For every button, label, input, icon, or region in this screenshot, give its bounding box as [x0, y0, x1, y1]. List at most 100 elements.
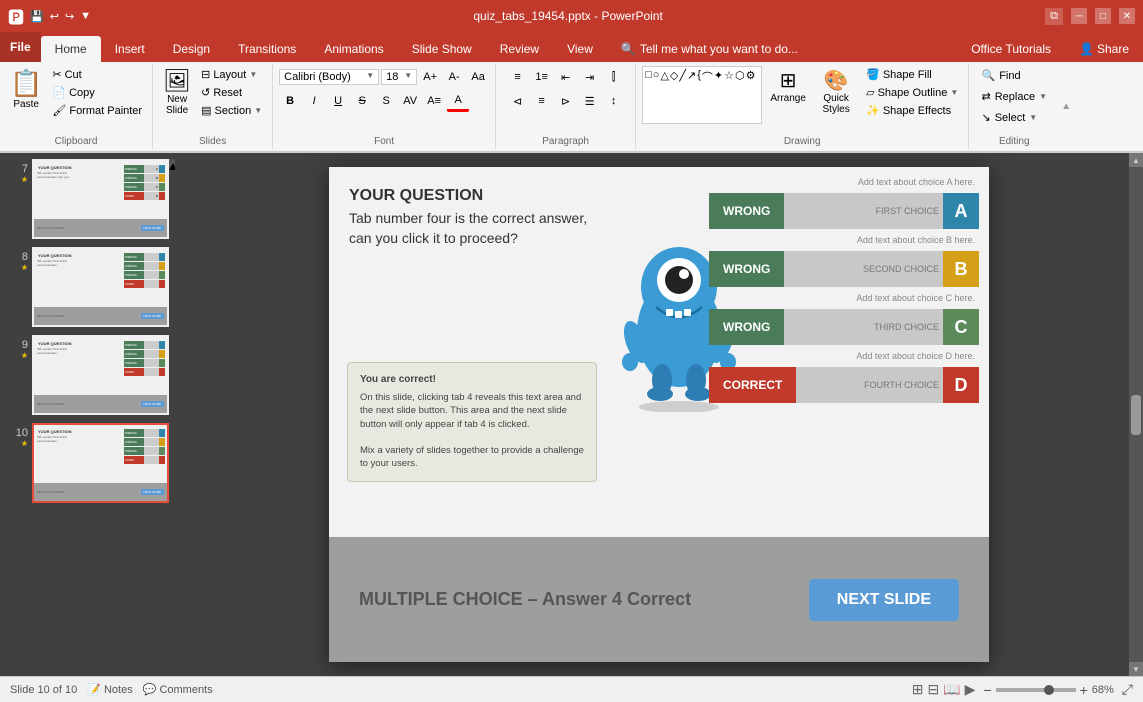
scroll-down-button[interactable]: ▼ [1129, 662, 1143, 676]
line-spacing-button[interactable]: ↕ [603, 90, 625, 112]
cut-button[interactable]: ✂ Cut [48, 66, 146, 83]
ribbon-collapse-button[interactable]: ▲ [1059, 64, 1073, 149]
text-direction-button[interactable]: A≡ [423, 90, 445, 112]
slide-preview-7[interactable]: YOUR QUESTION Tab number four is the cor… [32, 159, 169, 239]
zoom-slider[interactable] [996, 688, 1076, 692]
justify-button[interactable]: ☰ [579, 90, 601, 112]
tab-view[interactable]: View [553, 36, 607, 62]
quick-styles-icon: 🎨 [824, 68, 849, 93]
font-size-selector[interactable]: 18▼ [381, 69, 417, 85]
align-left-button[interactable]: ⊲ [507, 90, 529, 112]
minimize-button[interactable]: ─ [1071, 8, 1087, 24]
status-bar: Slide 10 of 10 📝 Notes 💬 Comments ⊞ ⊟ 📖 … [0, 676, 1143, 702]
tab-review[interactable]: Review [486, 36, 553, 62]
office-tutorials-link[interactable]: Office Tutorials [957, 36, 1065, 62]
align-center-button[interactable]: ≡ [531, 90, 553, 112]
find-icon: 🔍 [981, 69, 995, 82]
zoom-slider-thumb[interactable] [1044, 685, 1054, 695]
new-slide-button[interactable]: 🖼 New Slide [159, 66, 195, 118]
info-box: You are correct! On this slide, clicking… [347, 362, 597, 482]
arrange-button[interactable]: ⊞ Arrange [766, 66, 810, 106]
slide-preview-8[interactable]: YOUR QUESTION Tab number four is the cor… [32, 247, 169, 327]
strikethrough-button[interactable]: S [351, 90, 373, 112]
ribbon-group-clipboard: 📋 Paste ✂ Cut 📄 Copy 🖌 Format Painter Cl… [0, 64, 153, 149]
reset-button[interactable]: ↺ Reset [197, 84, 266, 101]
choice-row-a[interactable]: WRONG FIRST CHOICE A [709, 193, 979, 229]
shape-effects-button[interactable]: ✨ Shape Effects [862, 102, 962, 119]
bullets-button[interactable]: ≡ [507, 66, 529, 88]
maximize-button[interactable]: □ [1095, 8, 1111, 24]
font-decrease-button[interactable]: A- [443, 66, 465, 88]
tab-design[interactable]: Design [159, 36, 224, 62]
layout-button[interactable]: ⊟ Layout ▼ [197, 66, 266, 83]
align-right-button[interactable]: ⊳ [555, 90, 577, 112]
shape-outline-button[interactable]: ▱ Shape Outline ▼ [862, 84, 962, 101]
clear-format-button[interactable]: Aa [467, 66, 489, 88]
undo-icon[interactable]: ↩ [50, 10, 59, 23]
shape-fill-button[interactable]: 🪣 Shape Fill [862, 66, 962, 83]
slide-thumb-7[interactable]: 7 ★ YOUR QUESTION Tab number four is the… [4, 157, 171, 241]
choice-row-b[interactable]: WRONG SECOND CHOICE B [709, 251, 979, 287]
underline-button[interactable]: U [327, 90, 349, 112]
section-button[interactable]: ▤ Section ▼ [197, 102, 266, 119]
redo-icon[interactable]: ↪ [65, 10, 74, 23]
font-increase-button[interactable]: A+ [419, 66, 441, 88]
find-button[interactable]: 🔍 Find [975, 66, 1026, 85]
tab-transitions[interactable]: Transitions [224, 36, 310, 62]
char-spacing-button[interactable]: AV [399, 90, 421, 112]
restore-icon[interactable]: ⧉ [1045, 8, 1063, 25]
increase-indent-button[interactable]: ⇥ [579, 66, 601, 88]
slide-thumb-10[interactable]: 10 ★ YOUR QUESTION Tab number four is th… [4, 421, 171, 505]
next-slide-button[interactable]: NEXT SLIDE [809, 579, 959, 621]
select-button[interactable]: ↘ Select ▼ [975, 108, 1043, 127]
clipboard-label: Clipboard [0, 136, 152, 147]
italic-button[interactable]: I [303, 90, 325, 112]
slide-thumb-9[interactable]: 9 ★ YOUR QUESTION Tab number four is the… [4, 333, 171, 417]
slide-preview-10[interactable]: YOUR QUESTION Tab number four is the cor… [32, 423, 169, 503]
save-icon[interactable]: 💾 [30, 10, 44, 23]
normal-view-button[interactable]: ⊞ [912, 681, 924, 698]
zoom-in-button[interactable]: + [1080, 682, 1088, 698]
choice-b-hint: Add text about choice B here. [709, 235, 979, 245]
fit-slide-button[interactable]: ⤢ [1122, 681, 1133, 698]
choice-row-d[interactable]: CORRECT FOURTH CHOICE D [709, 367, 979, 403]
slideshow-view-button[interactable]: ▶ [965, 681, 976, 698]
slide-top-area: YOUR QUESTION Tab number four is the cor… [329, 167, 989, 537]
tell-me-input[interactable]: 🔍Tell me what you want to do... [607, 36, 812, 62]
comments-button[interactable]: 💬 Comments [143, 683, 213, 696]
tab-home[interactable]: Home [41, 36, 101, 62]
tab-insert[interactable]: Insert [101, 36, 159, 62]
close-button[interactable]: ✕ [1119, 8, 1135, 24]
font-color-button[interactable]: A [447, 90, 469, 112]
slide-preview-9[interactable]: YOUR QUESTION Tab number four is the cor… [32, 335, 169, 415]
copy-button[interactable]: 📄 Copy [48, 84, 146, 101]
font-name-selector[interactable]: Calibri (Body)▼ [279, 69, 379, 85]
tab-slideshow[interactable]: Slide Show [398, 36, 486, 62]
shadow-button[interactable]: S [375, 90, 397, 112]
shapes-gallery[interactable]: □○△◇ ╱↗{⌒ ✦☆⬡⚙ [642, 66, 762, 124]
tab-animations[interactable]: Animations [310, 36, 397, 62]
paste-button[interactable]: 📋 Paste [6, 66, 46, 112]
reading-view-button[interactable]: 📖 [943, 681, 960, 698]
choice-a-hint: Add text about choice A here. [709, 177, 979, 187]
decrease-indent-button[interactable]: ⇤ [555, 66, 577, 88]
slide-thumb-8[interactable]: 8 ★ YOUR QUESTION Tab number four is the… [4, 245, 171, 329]
vertical-scrollbar[interactable]: ▲ ▼ [1129, 153, 1143, 676]
notes-button[interactable]: 📝 Notes [87, 683, 132, 696]
slide-sorter-button[interactable]: ⊟ [927, 681, 939, 698]
scroll-thumb-v[interactable] [1131, 395, 1141, 435]
share-button[interactable]: 👤Share [1065, 36, 1143, 62]
quick-styles-button[interactable]: 🎨 Quick Styles [814, 66, 858, 117]
choice-row-c[interactable]: WRONG THIRD CHOICE C [709, 309, 979, 345]
tab-file[interactable]: File [0, 32, 41, 62]
bold-button[interactable]: B [279, 90, 301, 112]
scroll-up-button[interactable]: ▲ [1129, 153, 1143, 167]
format-painter-button[interactable]: 🖌 Format Painter [48, 102, 146, 119]
title-bar-right: ⧉ ─ □ ✕ [1045, 8, 1135, 25]
columns-button[interactable]: ⫿ [603, 66, 625, 88]
align-row: ⊲ ≡ ⊳ ☰ ↕ [507, 90, 625, 112]
replace-button[interactable]: ⇄ Replace ▼ [975, 87, 1053, 106]
numbering-button[interactable]: 1≡ [531, 66, 553, 88]
zoom-out-button[interactable]: − [983, 682, 991, 698]
customize-icon[interactable]: ▼ [80, 10, 91, 22]
